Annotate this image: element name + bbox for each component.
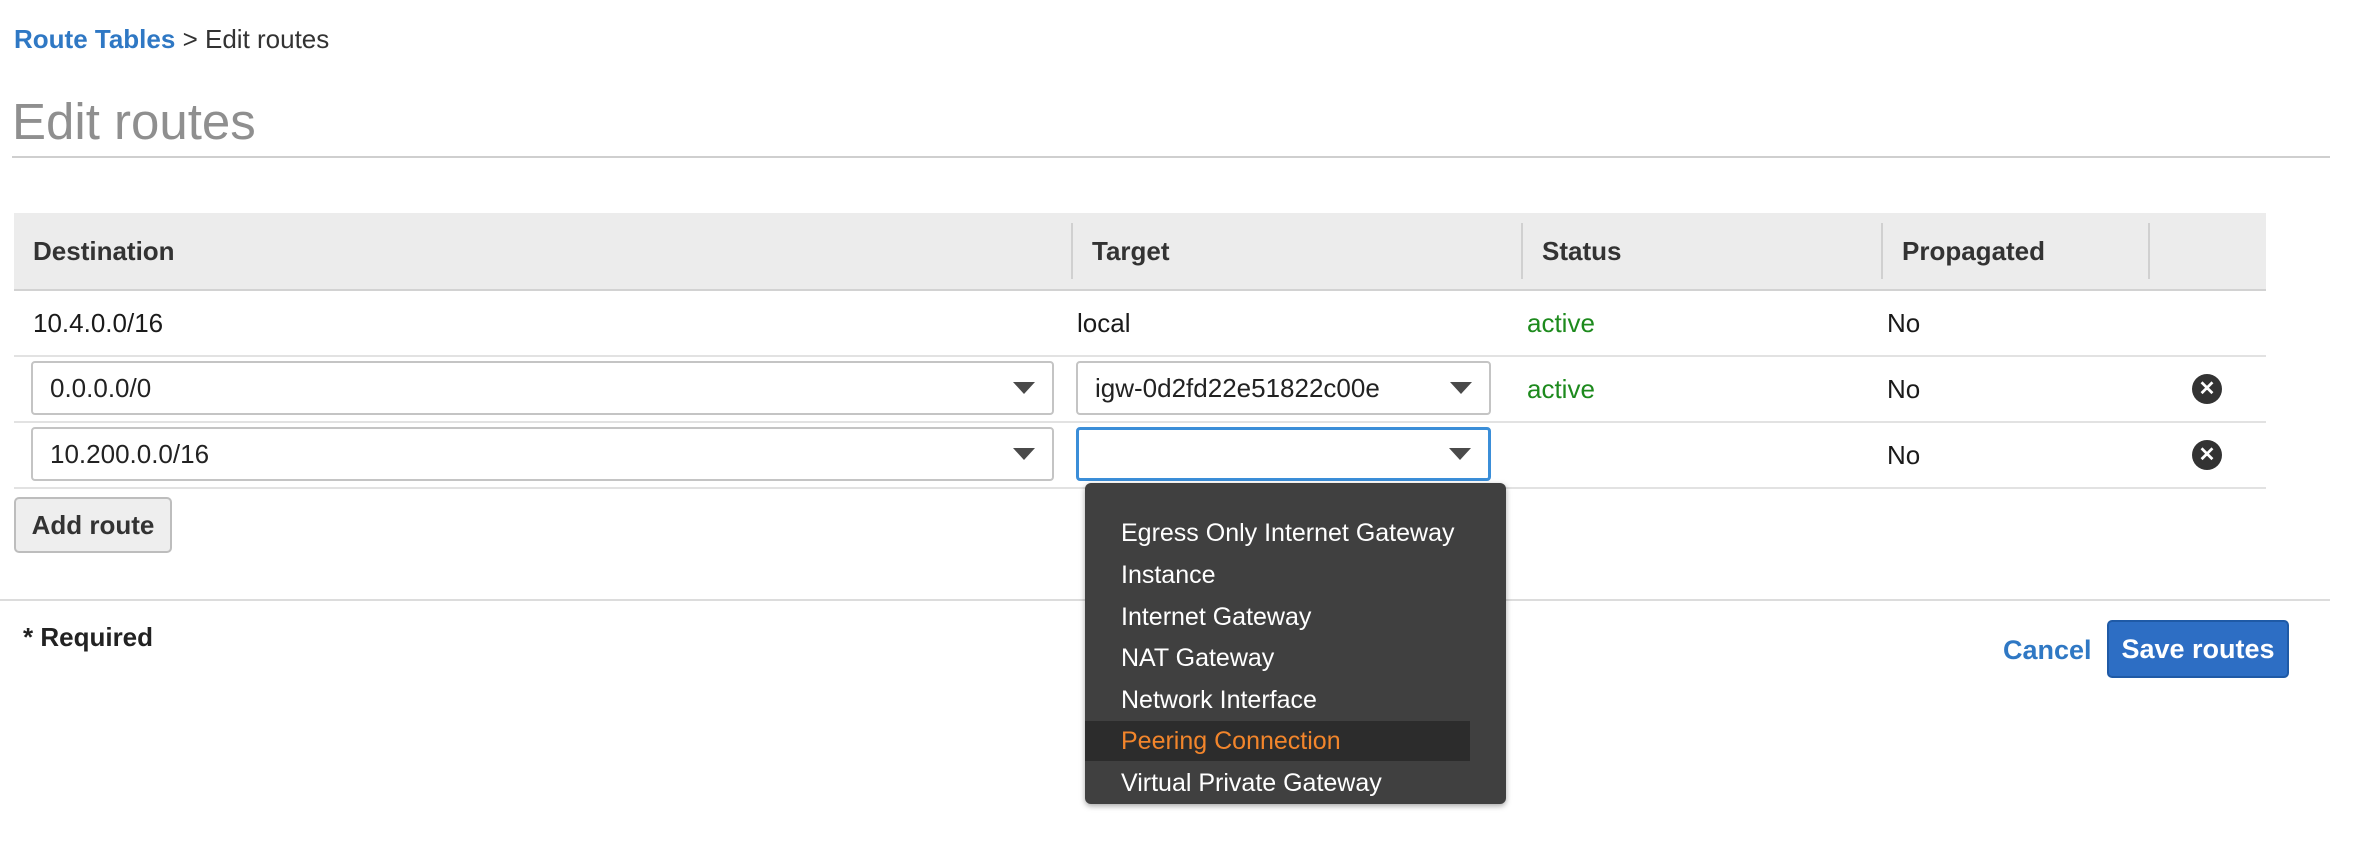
column-header-propagated: Propagated	[1902, 236, 2046, 266]
breadcrumb-current: Edit routes	[204, 24, 330, 54]
target-select-value: igw-0d2fd22e51822c00e	[1095, 373, 1380, 403]
breadcrumb-separator: >	[182, 24, 198, 54]
page-title: Edit routes	[12, 93, 256, 150]
dropdown-option-nat-gateway[interactable]: NAT Gateway	[1085, 638, 1470, 678]
column-header-destination: Destination	[33, 236, 175, 266]
destination-select[interactable]: 0.0.0.0/0	[31, 361, 1054, 415]
cancel-link[interactable]: Cancel	[2003, 632, 2092, 668]
table-row: 0.0.0.0/0 igw-0d2fd22e51822c00e active N…	[14, 357, 2266, 423]
required-note: * Required	[23, 622, 154, 652]
dropdown-option-instance[interactable]: Instance	[1085, 555, 1470, 595]
chevron-down-icon	[1013, 382, 1035, 394]
destination-select-value: 0.0.0.0/0	[50, 373, 152, 403]
table-row: 10.4.0.0/16 local active No	[14, 291, 2266, 357]
target-select[interactable]: igw-0d2fd22e51822c00e	[1076, 361, 1491, 415]
remove-circle-icon[interactable]: ✕	[2192, 374, 2222, 404]
chevron-down-icon	[1013, 448, 1035, 460]
propagated-value: No	[1887, 440, 1921, 470]
table-row: 10.200.0.0/16 No ✕	[14, 423, 2266, 489]
dropdown-option-egress-only-internet-gateway[interactable]: Egress Only Internet Gateway	[1085, 513, 1470, 553]
dropdown-option-peering-connection[interactable]: Peering Connection	[1085, 721, 1470, 761]
add-route-button[interactable]: Add route	[14, 497, 172, 553]
title-divider	[12, 156, 2330, 158]
column-header-status: Status	[1542, 236, 1622, 266]
column-divider	[2148, 223, 2150, 279]
breadcrumb-route-tables-link[interactable]: Route Tables	[14, 24, 175, 54]
destination-select-value: 10.200.0.0/16	[50, 439, 210, 469]
dropdown-option-internet-gateway[interactable]: Internet Gateway	[1085, 597, 1470, 637]
save-routes-button[interactable]: Save routes	[2107, 620, 2289, 678]
breadcrumb: Route Tables > Edit routes	[14, 22, 329, 56]
status-value: active	[1527, 308, 1595, 338]
target-type-dropdown: Egress Only Internet Gateway Instance In…	[1085, 483, 1506, 804]
chevron-down-icon	[1449, 448, 1471, 460]
column-header-target: Target	[1092, 236, 1170, 266]
status-value: active	[1527, 374, 1595, 404]
destination-value: 10.4.0.0/16	[33, 308, 164, 338]
propagated-value: No	[1887, 374, 1921, 404]
propagated-value: No	[1887, 308, 1921, 338]
remove-circle-icon[interactable]: ✕	[2192, 440, 2222, 470]
chevron-down-icon	[1450, 382, 1472, 394]
table-header: Destination Target Status Propagated	[14, 213, 2266, 291]
routes-table: Destination Target Status Propagated 10.…	[14, 213, 2266, 489]
destination-select[interactable]: 10.200.0.0/16	[31, 427, 1054, 481]
dropdown-option-network-interface[interactable]: Network Interface	[1085, 680, 1470, 720]
target-select-focused[interactable]	[1076, 427, 1491, 481]
dropdown-option-virtual-private-gateway[interactable]: Virtual Private Gateway	[1085, 763, 1470, 803]
target-value: local	[1077, 308, 1131, 338]
